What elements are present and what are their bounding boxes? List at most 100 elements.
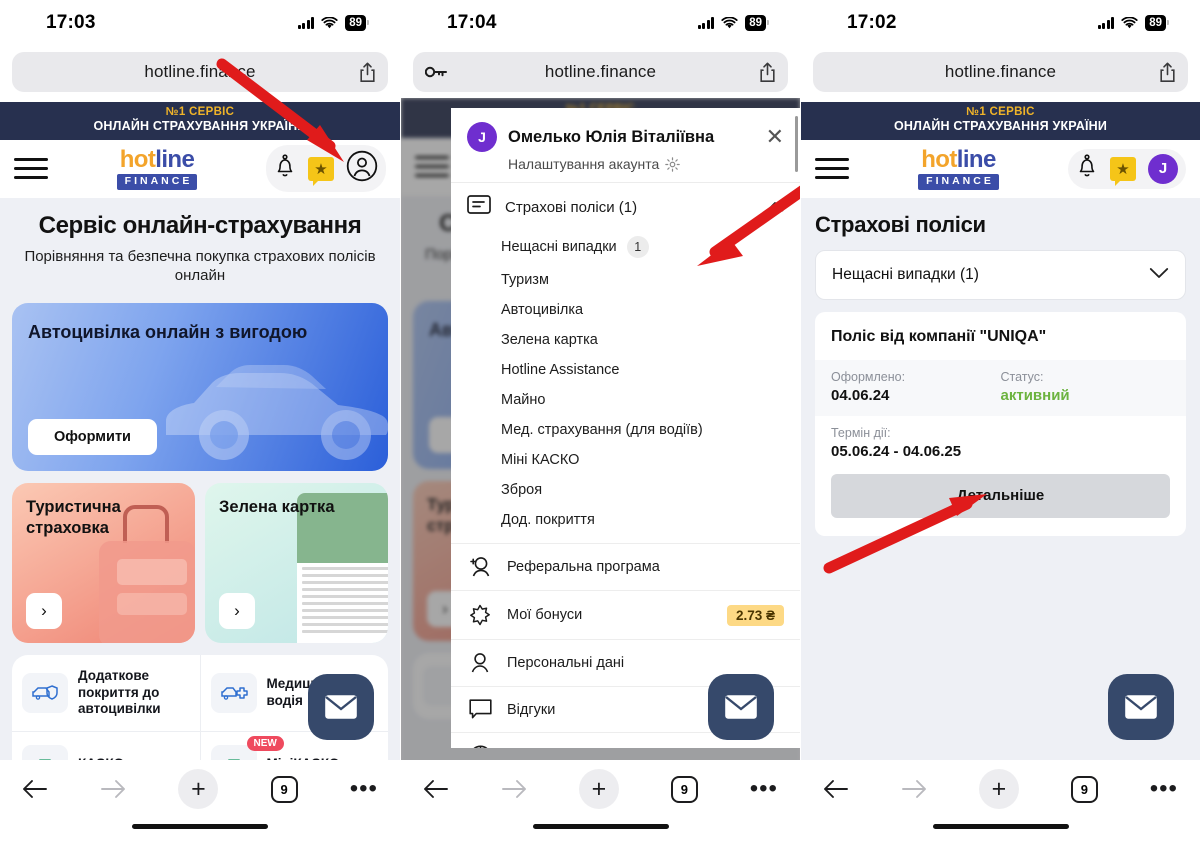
arrow-left-icon[interactable] — [22, 778, 48, 800]
policy-item-label: Майно — [501, 392, 546, 408]
url-bar[interactable]: hotline.finance — [12, 52, 388, 92]
browser-toolbar-2: + 9 ••• — [401, 760, 800, 844]
site-header: hotline FINANCE ★ — [0, 139, 400, 198]
home-indicator — [532, 824, 669, 829]
share-icon[interactable] — [1142, 62, 1176, 83]
ellipsis-icon[interactable]: ••• — [1150, 777, 1178, 800]
url-text[interactable]: hotline.finance — [459, 62, 742, 82]
policy-item-property[interactable]: Майно — [451, 385, 800, 415]
star-icon[interactable]: ★ — [307, 156, 334, 186]
bell-icon[interactable] — [1076, 154, 1098, 183]
logo-wordmark: hotline — [921, 147, 996, 172]
hamburger-icon[interactable] — [815, 158, 849, 180]
service-item-extra-coverage[interactable]: Додаткове покриття до автоцивілки — [12, 655, 200, 730]
star-icon[interactable]: ★ — [1109, 156, 1136, 186]
close-icon[interactable]: ✕ — [766, 126, 784, 148]
share-icon[interactable] — [342, 62, 376, 83]
panel-home: 17:03 89 hotline.finance №1 СЕРВІС ОНЛАЙ… — [0, 0, 400, 844]
ellipsis-icon[interactable]: ••• — [750, 777, 778, 800]
key-icon[interactable] — [425, 65, 459, 79]
tile-green-card[interactable]: Зелена картка › — [205, 483, 388, 644]
account-menu-header: J Омелько Юлія Віталіївна ✕ Налаштування… — [451, 108, 800, 183]
policy-term-label: Термін дії: — [831, 425, 891, 440]
bonus-amount-badge: 2.73 ₴ — [726, 604, 784, 626]
promo-line-2: ОНЛАЙН СТРАХУВАННЯ УКРАЇНИ — [893, 118, 1108, 133]
url-text[interactable]: hotline.finance — [859, 62, 1142, 82]
policy-term-value: 05.06.24 - 04.06.25 — [831, 442, 962, 460]
site-logo[interactable]: hotline FINANCE — [116, 147, 198, 190]
policy-icon — [467, 195, 491, 219]
gear-icon — [665, 156, 681, 172]
arrow-right-icon[interactable] — [501, 778, 527, 800]
policy-item-weapon[interactable]: Зброя — [451, 475, 800, 505]
policy-item-label: Зелена картка — [501, 332, 598, 348]
url-bar[interactable]: hotline.finance — [813, 52, 1188, 92]
page-subtitle: Порівняння та безпечна покупка страхових… — [24, 247, 376, 285]
url-text[interactable]: hotline.finance — [58, 62, 342, 82]
policy-item-tourism[interactable]: Туризм — [451, 265, 800, 295]
policy-item-label: Туризм — [501, 272, 549, 288]
arrow-left-icon[interactable] — [423, 778, 449, 800]
tab-count-button[interactable]: 9 — [670, 775, 698, 803]
policy-card-meta: Оформлено: 04.06.24 Статус: активний — [815, 359, 1186, 416]
menu-item-bonuses[interactable]: Мої бонуси 2.73 ₴ — [451, 590, 800, 639]
arrow-right-icon[interactable] — [901, 778, 927, 800]
tab-count-button[interactable]: 9 — [1070, 775, 1098, 803]
bell-icon[interactable] — [274, 154, 296, 183]
signal-icon — [697, 16, 715, 29]
policy-item-medical[interactable]: Мед. страхування (для водіїв) — [451, 415, 800, 445]
promo-card-autocivil[interactable]: Автоцивілка онлайн з вигодою Оформити — [12, 303, 388, 472]
user-plus-icon — [467, 556, 493, 578]
battery-indicator: 89 — [1145, 15, 1169, 31]
section-policies-header[interactable]: Страхові поліси (1) — [451, 183, 800, 229]
menu-item-label: Реферальна програма — [507, 559, 660, 575]
policy-item-assistance[interactable]: Hotline Assistance — [451, 355, 800, 385]
promo-card-cta-button[interactable]: Оформити — [28, 419, 157, 456]
promo-line-1: №1 СЕРВІС — [165, 106, 235, 118]
policy-item-label: Мед. страхування (для водіїв) — [501, 422, 703, 438]
url-bar[interactable]: hotline.finance — [413, 52, 788, 92]
chevron-up-icon[interactable] — [766, 199, 784, 216]
mail-fab-button[interactable] — [708, 674, 774, 740]
avatar[interactable]: J — [1147, 153, 1178, 184]
page-title: Сервіс онлайн-страхування — [38, 211, 362, 239]
chevron-down-icon[interactable] — [1149, 266, 1169, 284]
promo-line-2: ОНЛАЙН СТРАХУВАННЯ УКРАЇНИ — [93, 118, 307, 133]
tab-count-button[interactable]: 9 — [270, 775, 298, 803]
policy-card: Поліс від компанії "UNIQA" Оформлено: 04… — [815, 311, 1186, 536]
arrow-right-icon[interactable] — [100, 778, 126, 800]
plus-icon[interactable]: + — [178, 769, 219, 809]
mail-fab-button[interactable] — [1108, 674, 1174, 740]
policy-item-accidents[interactable]: Нещасні випадки 1 — [451, 229, 800, 265]
share-icon[interactable] — [742, 62, 776, 83]
hamburger-icon[interactable] — [14, 158, 48, 180]
modal-scrollbar[interactable] — [795, 116, 798, 172]
menu-item-referral[interactable]: Реферальна програма — [451, 543, 800, 590]
mail-fab-button[interactable] — [308, 674, 374, 740]
status-time: 17:03 — [46, 12, 96, 33]
policy-type-select-value: Нещасні випадки (1) — [832, 265, 979, 283]
promo-strip: №1 СЕРВІС ОНЛАЙН СТРАХУВАННЯ УКРАЇНИ — [801, 102, 1200, 140]
tile-label: Туристична страховка — [26, 498, 121, 537]
home-indicator — [132, 824, 268, 829]
bonus-star-icon — [467, 603, 493, 627]
header-actions: ★ — [265, 145, 386, 193]
ellipsis-icon[interactable]: ••• — [350, 777, 378, 800]
policy-item-mini-kasko[interactable]: Міні КАСКО — [451, 445, 800, 475]
policy-sublist: Нещасні випадки 1 Туризм Автоцивілка Зел… — [451, 229, 800, 543]
arrow-left-icon[interactable] — [823, 778, 849, 800]
plus-icon[interactable]: + — [578, 769, 619, 809]
details-button[interactable]: Детальніше — [831, 473, 1170, 518]
plus-icon[interactable]: + — [978, 769, 1019, 809]
policy-type-select[interactable]: Нещасні випадки (1) — [815, 249, 1186, 300]
chevron-right-icon[interactable]: › — [219, 593, 255, 630]
policy-item-extra-coverage[interactable]: Дод. покриття — [451, 505, 800, 535]
account-settings-link[interactable]: Налаштування акаунта — [508, 156, 784, 172]
mail-icon — [725, 695, 757, 719]
policy-item-green-card[interactable]: Зелена картка — [451, 325, 800, 355]
chevron-right-icon[interactable]: › — [26, 593, 62, 630]
site-logo[interactable]: hotline FINANCE — [918, 147, 999, 190]
tile-travel-insurance[interactable]: Туристична страховка › — [12, 483, 195, 644]
policy-item-autocivil[interactable]: Автоцивілка — [451, 295, 800, 325]
account-icon[interactable] — [346, 150, 378, 187]
